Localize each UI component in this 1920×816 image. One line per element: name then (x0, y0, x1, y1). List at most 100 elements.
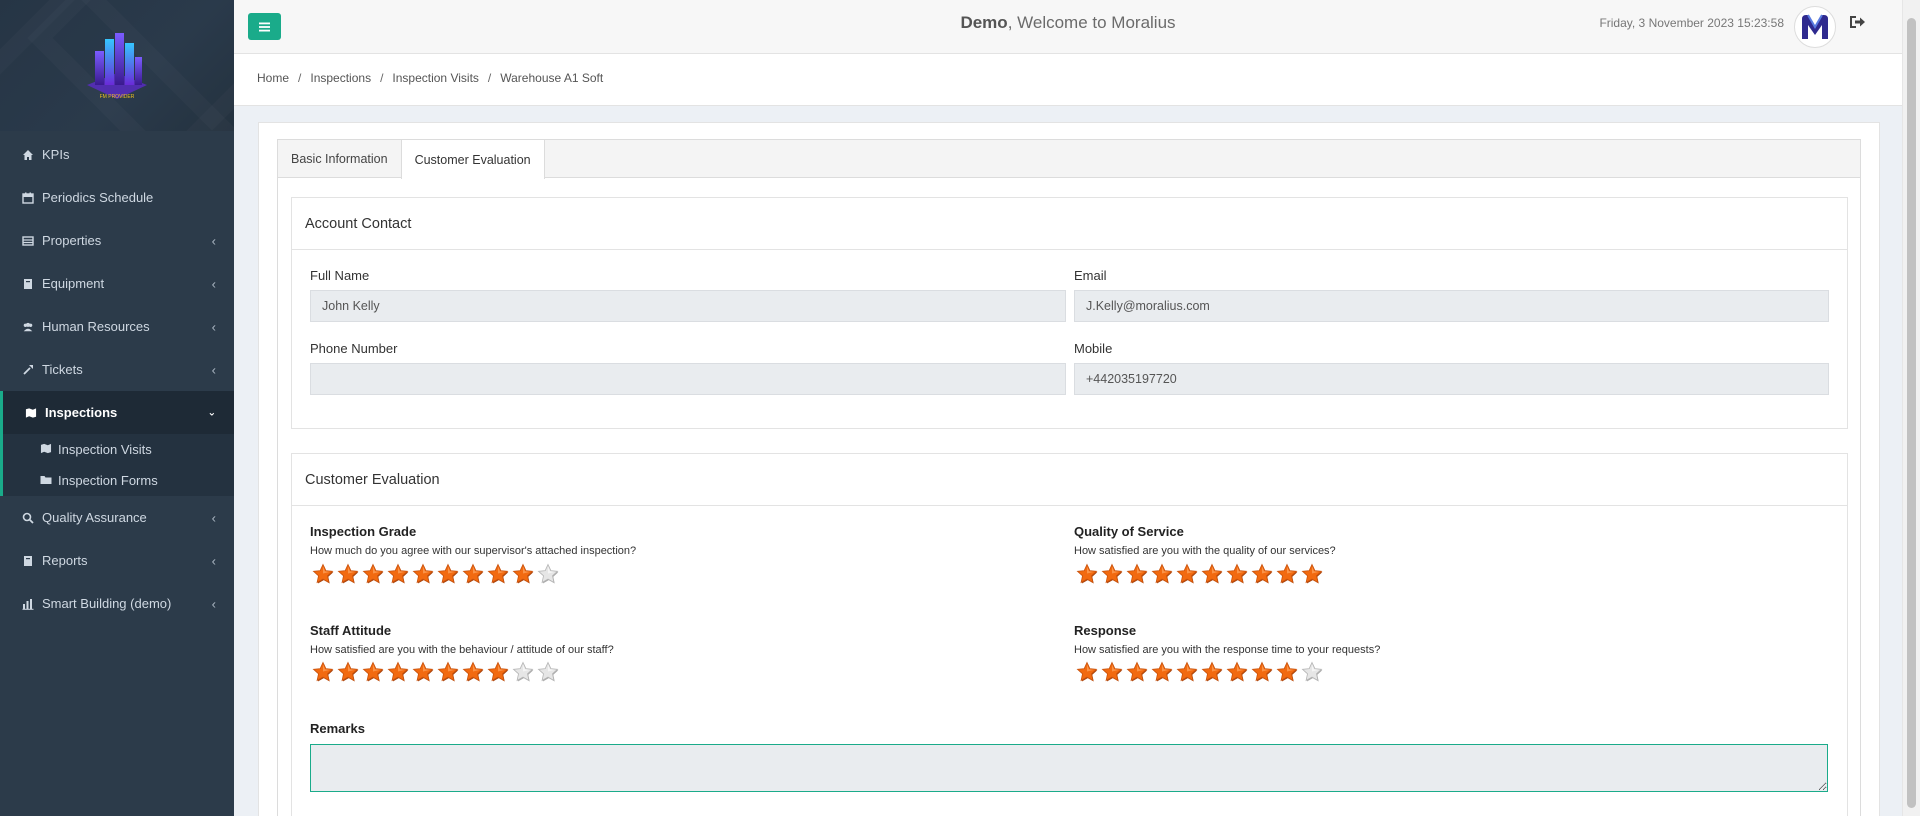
search-icon (22, 512, 34, 524)
user-name: Demo (960, 13, 1008, 32)
star-filled-icon[interactable] (1101, 661, 1123, 683)
breadcrumb-current: Warehouse A1 Soft (500, 71, 604, 85)
star-filled-icon[interactable] (412, 563, 434, 585)
mobile-field[interactable] (1074, 363, 1829, 395)
company-logo[interactable]: FM PROVIDER (81, 29, 153, 103)
full-name-field[interactable] (310, 290, 1066, 322)
star-filled-icon[interactable] (1226, 563, 1248, 585)
page-scrollbar[interactable] (1902, 0, 1920, 816)
star-filled-icon[interactable] (362, 563, 384, 585)
sidebar-item-equipment[interactable]: Equipment ‹ (0, 262, 234, 305)
staff-attitude-rating[interactable] (312, 661, 559, 683)
panel-title: Account Contact (292, 198, 1847, 250)
avatar[interactable] (1794, 6, 1836, 48)
remarks-textarea[interactable] (310, 744, 1828, 792)
sidebar-item-label: Human Resources (42, 319, 150, 334)
sidebar-item-quality-assurance[interactable]: Quality Assurance ‹ (0, 496, 234, 539)
star-filled-icon[interactable] (1301, 563, 1323, 585)
star-filled-icon[interactable] (487, 563, 509, 585)
star-filled-icon[interactable] (1076, 563, 1098, 585)
sidebar-item-properties[interactable]: Properties ‹ (0, 219, 234, 262)
question-subtitle: How satisfied are you with the quality o… (1074, 545, 1336, 557)
star-filled-icon[interactable] (337, 661, 359, 683)
sidebar-item-label: KPIs (42, 147, 70, 162)
inspection-grade-rating[interactable] (312, 563, 559, 585)
breadcrumb-inspections[interactable]: Inspections (310, 71, 371, 85)
scrollbar-thumb[interactable] (1907, 18, 1916, 808)
sidebar-item-periodics-schedule[interactable]: Periodics Schedule (0, 176, 234, 219)
mobile-label: Mobile (1074, 341, 1113, 356)
sidebar-item-label: Inspections (45, 405, 118, 420)
star-filled-icon[interactable] (512, 563, 534, 585)
star-filled-icon[interactable] (462, 661, 484, 683)
star-filled-icon[interactable] (1176, 661, 1198, 683)
breadcrumb-home[interactable]: Home (257, 71, 289, 85)
star-filled-icon[interactable] (1226, 661, 1248, 683)
sidebar-item-tickets[interactable]: Tickets ‹ (0, 348, 234, 391)
email-field[interactable] (1074, 290, 1829, 322)
sidebar-subitem-label: Inspection Visits (58, 442, 152, 457)
chevron-left-icon: ‹ (211, 596, 216, 611)
star-filled-icon[interactable] (1076, 661, 1098, 683)
star-filled-icon[interactable] (312, 563, 334, 585)
star-filled-icon[interactable] (487, 661, 509, 683)
star-filled-icon[interactable] (1201, 661, 1223, 683)
sidebar-item-human-resources[interactable]: Human Resources ‹ (0, 305, 234, 348)
question-title: Inspection Grade (310, 524, 417, 539)
breadcrumb-inspection-visits[interactable]: Inspection Visits (392, 71, 479, 85)
star-filled-icon[interactable] (412, 661, 434, 683)
sidebar-nav: KPIs Periodics Schedule Properties ‹ Equ… (0, 131, 234, 625)
star-empty-icon[interactable] (537, 563, 559, 585)
star-filled-icon[interactable] (437, 563, 459, 585)
inspections-submenu: Inspection Visits Inspection Forms (0, 434, 234, 496)
quality-of-service-rating[interactable] (1076, 563, 1323, 585)
email-label: Email (1074, 268, 1107, 283)
current-datetime: Friday, 3 November 2023 15:23:58 (1599, 16, 1784, 30)
star-filled-icon[interactable] (362, 661, 384, 683)
tab-customer-evaluation[interactable]: Customer Evaluation (400, 140, 545, 179)
building-icon (22, 235, 34, 247)
sidebar-subitem-inspection-visits[interactable]: Inspection Visits (3, 434, 234, 465)
star-filled-icon[interactable] (1276, 563, 1298, 585)
sidebar-subitem-label: Inspection Forms (58, 473, 158, 488)
sidebar-item-reports[interactable]: Reports ‹ (0, 539, 234, 582)
logout-icon[interactable] (1848, 14, 1866, 32)
sidebar-item-inspections[interactable]: Inspections ⌄ (0, 391, 234, 434)
star-filled-icon[interactable] (1151, 563, 1173, 585)
sidebar-subitem-inspection-forms[interactable]: Inspection Forms (3, 465, 234, 496)
star-filled-icon[interactable] (1251, 661, 1273, 683)
tab-basic-information[interactable]: Basic Information (278, 140, 401, 178)
star-filled-icon[interactable] (1276, 661, 1298, 683)
star-filled-icon[interactable] (1201, 563, 1223, 585)
star-filled-icon[interactable] (1176, 563, 1198, 585)
star-filled-icon[interactable] (337, 563, 359, 585)
star-filled-icon[interactable] (1151, 661, 1173, 683)
chevron-left-icon: ‹ (211, 233, 216, 248)
map-icon (40, 443, 52, 457)
sidebar-item-kpis[interactable]: KPIs (0, 133, 234, 176)
star-filled-icon[interactable] (1251, 563, 1273, 585)
book-icon (22, 555, 34, 567)
star-filled-icon[interactable] (437, 661, 459, 683)
response-rating[interactable] (1076, 661, 1323, 683)
star-filled-icon[interactable] (387, 661, 409, 683)
chart-icon (22, 598, 34, 610)
star-filled-icon[interactable] (1126, 661, 1148, 683)
calendar-icon (22, 192, 34, 204)
star-empty-icon[interactable] (512, 661, 534, 683)
star-filled-icon[interactable] (1126, 563, 1148, 585)
phone-number-label: Phone Number (310, 341, 398, 356)
star-empty-icon[interactable] (537, 661, 559, 683)
chevron-left-icon: ‹ (211, 553, 216, 568)
sidebar-item-smart-building[interactable]: Smart Building (demo) ‹ (0, 582, 234, 625)
customer-evaluation-panel: Customer Evaluation Inspection Grade How… (291, 453, 1848, 816)
folder-icon (40, 474, 52, 488)
star-filled-icon[interactable] (387, 563, 409, 585)
phone-number-field[interactable] (310, 363, 1066, 395)
moralius-logo-icon (1802, 14, 1828, 39)
question-subtitle: How much do you agree with our superviso… (310, 545, 637, 557)
star-empty-icon[interactable] (1301, 661, 1323, 683)
star-filled-icon[interactable] (1101, 563, 1123, 585)
star-filled-icon[interactable] (462, 563, 484, 585)
star-filled-icon[interactable] (312, 661, 334, 683)
